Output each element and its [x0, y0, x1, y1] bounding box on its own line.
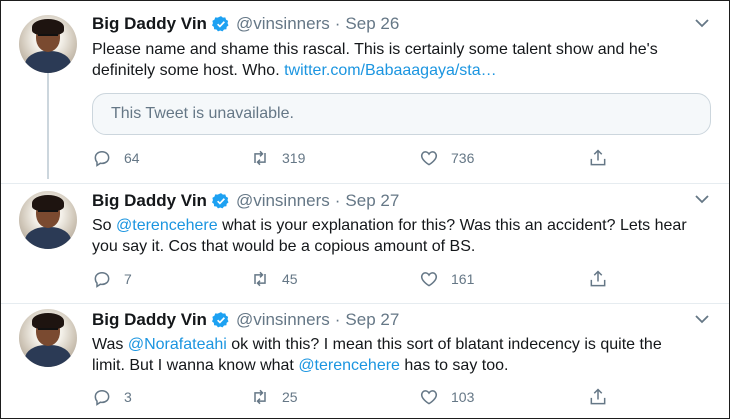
- reply-icon: [94, 271, 110, 288]
- avatar[interactable]: [19, 191, 77, 249]
- like-button[interactable]: 736: [419, 148, 474, 168]
- tweet-header: Big Daddy Vin @vinsinners · Sep 27: [92, 191, 399, 211]
- verified-badge-icon: [211, 193, 229, 209]
- tweet-actions: 64 319 736: [92, 148, 622, 170]
- heart-icon: [420, 151, 438, 166]
- separator-dot: ·: [334, 14, 341, 33]
- author-handle[interactable]: @vinsinners: [236, 14, 330, 34]
- retweet-icon: [254, 389, 266, 405]
- author-name[interactable]: Big Daddy Vin: [92, 191, 207, 211]
- separator-dot: ·: [334, 310, 341, 329]
- reply-button[interactable]: 64: [92, 148, 140, 168]
- avatar[interactable]: [19, 15, 77, 73]
- tweet-text: So @terencehere what is your explanation…: [92, 217, 687, 255]
- like-count: 103: [451, 389, 475, 405]
- like-button[interactable]: 161: [419, 269, 474, 289]
- retweet-count: 319: [282, 150, 306, 166]
- verified-badge-icon: [211, 16, 229, 32]
- mention-link[interactable]: @terencehere: [116, 217, 218, 234]
- tweet-actions: 3 25 103: [92, 387, 622, 409]
- retweet-count: 25: [282, 389, 298, 405]
- chevron-down-icon[interactable]: [695, 194, 709, 204]
- share-icon: [590, 270, 606, 287]
- like-count: 736: [451, 150, 475, 166]
- tweet-thread: Big Daddy Vin @vinsinners · Sep 26 Pleas…: [0, 0, 730, 419]
- author-handle[interactable]: @vinsinners: [236, 310, 330, 330]
- tweet-divider: [1, 303, 729, 304]
- reply-count: 3: [124, 389, 132, 405]
- mention-link[interactable]: @terencehere: [298, 357, 400, 374]
- separator-dot: ·: [334, 191, 341, 210]
- tweet-date[interactable]: Sep 27: [345, 310, 399, 330]
- tweet-text: Please name and shame this rascal. This …: [92, 41, 658, 79]
- tweet-link[interactable]: twitter.com/Babaaagaya/sta…: [284, 62, 497, 79]
- author-name[interactable]: Big Daddy Vin: [92, 14, 207, 34]
- reply-button[interactable]: 7: [92, 269, 132, 289]
- tweet-actions: 7 45 161: [92, 269, 622, 291]
- author-name[interactable]: Big Daddy Vin: [92, 310, 207, 330]
- tweet-header: Big Daddy Vin @vinsinners · Sep 26: [92, 14, 399, 34]
- reply-icon: [94, 150, 110, 167]
- share-button[interactable]: [588, 269, 620, 289]
- heart-icon: [420, 390, 438, 405]
- quoted-tweet-unavailable: This Tweet is unavailable.: [92, 93, 711, 135]
- author-handle[interactable]: @vinsinners: [236, 191, 330, 211]
- retweet-button[interactable]: 319: [250, 148, 305, 168]
- avatar[interactable]: [19, 309, 77, 367]
- mention-link[interactable]: @Norafateahi: [128, 336, 227, 353]
- share-icon: [590, 149, 606, 166]
- reply-count: 64: [124, 150, 140, 166]
- reply-button[interactable]: 3: [92, 387, 132, 407]
- retweet-button[interactable]: 25: [250, 387, 298, 407]
- tweet-text: Was @Norafateahi ok with this? I mean th…: [92, 336, 662, 374]
- thread-connector-line: [47, 67, 49, 179]
- tweet-header: Big Daddy Vin @vinsinners · Sep 27: [92, 310, 399, 330]
- tweet-divider: [1, 183, 729, 184]
- chevron-down-icon[interactable]: [695, 18, 709, 28]
- like-count: 161: [451, 271, 475, 287]
- share-button[interactable]: [588, 387, 620, 407]
- chevron-down-icon[interactable]: [695, 314, 709, 324]
- share-icon: [590, 388, 606, 405]
- retweet-icon: [254, 150, 266, 166]
- retweet-button[interactable]: 45: [250, 269, 298, 289]
- reply-icon: [94, 389, 110, 406]
- tweet-date[interactable]: Sep 27: [345, 191, 399, 211]
- reply-count: 7: [124, 271, 132, 287]
- tweet-date[interactable]: Sep 26: [345, 14, 399, 34]
- retweet-count: 45: [282, 271, 298, 287]
- retweet-icon: [254, 271, 266, 287]
- share-button[interactable]: [588, 148, 620, 168]
- like-button[interactable]: 103: [419, 387, 474, 407]
- heart-icon: [420, 272, 438, 287]
- verified-badge-icon: [211, 312, 229, 328]
